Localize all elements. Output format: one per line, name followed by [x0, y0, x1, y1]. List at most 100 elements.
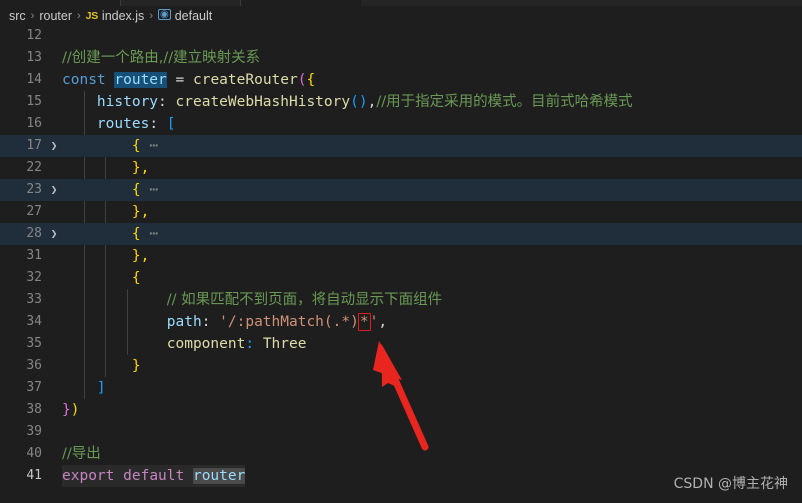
brace-close-comma: },	[131, 204, 150, 220]
code-line-folded[interactable]: 28 ❯ { ⋯	[0, 223, 802, 245]
code-line[interactable]: 33 // 如果匹配不到页面，将自动显示下面组件	[0, 289, 802, 311]
line-number: 38	[26, 402, 42, 417]
code-line[interactable]: 12	[0, 25, 802, 47]
line-number: 31	[26, 248, 42, 263]
line-number: 17	[26, 138, 42, 153]
code-line[interactable]: 34 path: '/:pathMatch(.*)*',	[0, 311, 802, 333]
line-content: const router = createRouter({	[62, 69, 315, 91]
watermark: CSDN @博主花神	[674, 473, 788, 493]
brace-close-comma: },	[131, 248, 150, 264]
brace-close: }	[62, 402, 71, 418]
fold-ellipsis-icon[interactable]: ⋯	[149, 138, 159, 154]
line-number: 35	[26, 336, 42, 351]
fold-ellipsis-icon[interactable]: ⋯	[149, 226, 159, 242]
property-history: history	[96, 94, 159, 110]
comma: ,	[378, 314, 388, 330]
line-number: 16	[26, 116, 42, 131]
comment-token: //创建一个路由,//建立映射关系	[62, 50, 261, 66]
comma: ,	[367, 94, 377, 110]
breadcrumb-separator-icon: ›	[77, 9, 81, 22]
line-number: 12	[26, 28, 42, 43]
line-content: history: createWebHashHistory(),//用于指定采用…	[62, 91, 633, 113]
line-content: {	[62, 267, 141, 289]
code-line[interactable]: 16 routes: [	[0, 113, 802, 135]
paren-close: )	[70, 402, 80, 418]
line-content: },	[62, 245, 149, 267]
brace-close: }	[131, 358, 141, 374]
line-number: 33	[26, 292, 42, 307]
line-number: 36	[26, 358, 42, 373]
breadcrumb: src › router › JS index.js › ◉ default	[0, 6, 802, 25]
breadcrumb-item-index-js[interactable]: index.js	[102, 9, 144, 23]
bracket-close: ]	[96, 380, 106, 396]
comment-token: //用于指定采用的模式。目前式哈希模式	[376, 94, 633, 110]
brace-open: {	[131, 270, 141, 286]
identifier-router: router	[192, 468, 246, 484]
colon: :	[201, 314, 220, 330]
line-content: { ⋯	[62, 135, 159, 157]
line-number: 28	[26, 226, 42, 241]
code-line[interactable]: 14 const router = createRouter({	[0, 69, 802, 91]
chevron-right-icon[interactable]: ❯	[48, 135, 60, 157]
code-line[interactable]: 37 ]	[0, 377, 802, 399]
brace-open: {	[131, 138, 141, 154]
code-line[interactable]: 27 },	[0, 201, 802, 223]
code-line[interactable]: 36 }	[0, 355, 802, 377]
line-number: 23	[26, 182, 42, 197]
code-line[interactable]: 38 })	[0, 399, 802, 421]
comment-token: // 如果匹配不到页面，将自动显示下面组件	[166, 292, 443, 308]
colon: :	[149, 116, 167, 132]
code-line[interactable]: 40 //导出	[0, 443, 802, 465]
chevron-right-icon[interactable]: ❯	[48, 179, 60, 201]
keyword-const: const	[62, 72, 106, 88]
line-content: // 如果匹配不到页面，将自动显示下面组件	[62, 289, 442, 311]
line-number: 15	[26, 94, 42, 109]
line-number: 27	[26, 204, 42, 219]
bracket-open: [	[166, 116, 176, 132]
breadcrumb-separator-icon: ›	[30, 9, 35, 22]
breadcrumb-item-router[interactable]: router	[39, 9, 72, 23]
line-content: { ⋯	[62, 223, 159, 245]
line-number: 13	[26, 50, 42, 65]
symbol-default-icon: ◉	[157, 9, 171, 20]
colon: :	[158, 94, 176, 110]
chevron-right-icon[interactable]: ❯	[48, 223, 60, 245]
code-line[interactable]: 22 },	[0, 157, 802, 179]
line-content: },	[62, 201, 149, 223]
operator-equals: =	[166, 72, 193, 88]
keyword-export: export	[62, 468, 115, 484]
code-editor[interactable]: 12 13 //创建一个路由,//建立映射关系 14 const router …	[0, 25, 802, 503]
watermark-text: CSDN @博主花神	[673, 476, 788, 492]
code-line[interactable]: 35 component: Three	[0, 333, 802, 355]
parens: ()	[350, 94, 368, 110]
code-line[interactable]: 39	[0, 421, 802, 443]
line-number-active: 41	[26, 468, 42, 483]
line-content: })	[62, 399, 79, 421]
string-path-value: '/:pathMatch(.*)	[219, 314, 359, 330]
code-line[interactable]: 13 //创建一个路由,//建立映射关系	[0, 47, 802, 69]
property-routes: routes	[96, 116, 150, 132]
line-content: component: Three	[62, 333, 307, 355]
code-line-folded[interactable]: 17 ❯ { ⋯	[0, 135, 802, 157]
code-line[interactable]: 32 {	[0, 267, 802, 289]
code-line[interactable]: 31 },	[0, 245, 802, 267]
brace-open: {	[306, 72, 316, 88]
colon: :	[245, 336, 263, 352]
brace-open: {	[131, 226, 141, 242]
line-content: //创建一个路由,//建立映射关系	[62, 47, 260, 69]
fold-ellipsis-icon[interactable]: ⋯	[149, 182, 159, 198]
breadcrumb-item-src[interactable]: src	[9, 9, 26, 23]
breadcrumb-separator-icon: ›	[149, 9, 153, 22]
brace-open: {	[131, 182, 141, 198]
code-line-folded[interactable]: 23 ❯ { ⋯	[0, 179, 802, 201]
brace-close-comma: },	[131, 160, 150, 176]
line-number: 22	[26, 160, 42, 175]
line-number: 34	[26, 314, 42, 329]
line-number: 40	[26, 446, 42, 461]
selected-identifier-router: router	[114, 72, 167, 88]
value-three: Three	[262, 336, 307, 352]
code-line[interactable]: 15 history: createWebHashHistory(),//用于指…	[0, 91, 802, 113]
comment-token: //导出	[62, 446, 101, 462]
breadcrumb-item-default[interactable]: default	[175, 9, 213, 23]
editor-window: src › router › JS index.js › ◉ default 1…	[0, 0, 802, 503]
